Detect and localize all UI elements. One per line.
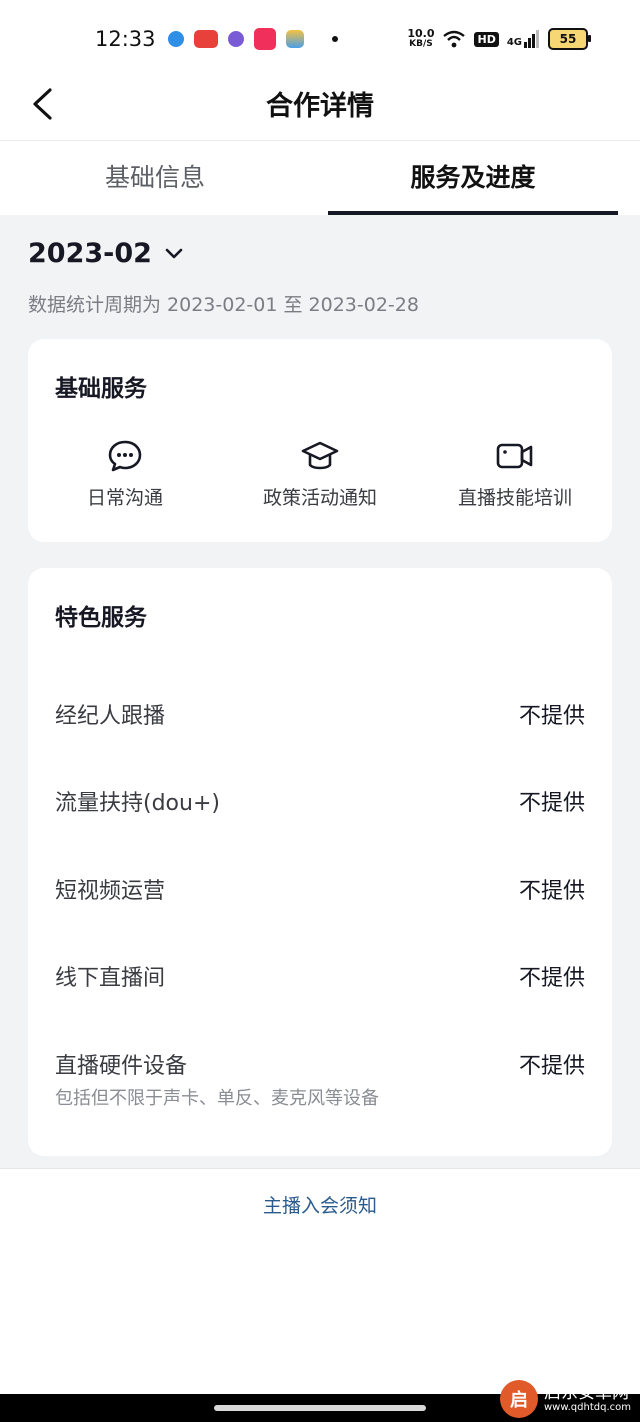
network-type: 4G: [507, 30, 540, 48]
net-speed-value: 10.0: [407, 27, 435, 40]
status-right-icons: 10.0 KB/S HD 4G 55: [407, 28, 591, 50]
service-status: 不提供: [518, 879, 585, 904]
service-name: 经纪人跟播: [55, 704, 166, 729]
basic-service-label: 政策活动通知: [262, 487, 377, 509]
anchor-membership-notice-link[interactable]: 主播入会须知: [0, 1191, 640, 1218]
nav-bar: 合作详情: [0, 70, 640, 141]
wifi-icon: [443, 30, 466, 48]
service-status: 不提供: [518, 966, 585, 991]
notification-icons: [168, 28, 338, 50]
app-notification-icon: [286, 30, 304, 48]
battery-icon: 55: [548, 28, 591, 50]
service-status: 不提供: [518, 1054, 585, 1079]
watermark-logo-icon: 启: [500, 1380, 538, 1418]
basic-services-title: 基础服务: [55, 376, 147, 402]
net-speed: 10.0 KB/S: [407, 28, 434, 50]
service-name: 线下直播间: [55, 966, 166, 991]
basic-service-label: 直播技能培训: [457, 487, 572, 509]
basic-service-label: 日常沟通: [86, 487, 163, 509]
graduation-cap-icon: [301, 441, 339, 470]
chat-bubbles-icon: [108, 440, 142, 472]
basic-service-daily-communication[interactable]: 日常沟通: [30, 439, 220, 510]
video-notification-icon: [254, 28, 276, 50]
chevron-down-icon: [165, 248, 183, 258]
basic-services-card: 基础服务 日常沟通 政策活动通知 直播技能培训: [28, 339, 612, 542]
special-services-card: 特色服务 经纪人跟播 不提供 流量扶持(dou+) 不提供 短视频运营 不提供 …: [28, 568, 612, 1156]
month-value: 2023-02: [28, 238, 152, 269]
service-note: 包括但不限于声卡、单反、麦克风等设备: [55, 1088, 379, 1109]
service-status: 不提供: [518, 791, 585, 816]
watermark: 启 启东安卓网 www.qdhtdq.com: [500, 1376, 640, 1422]
hd-badge: HD: [474, 31, 499, 47]
basic-services-list: 日常沟通 政策活动通知 直播技能培训: [28, 439, 612, 529]
tab-basic-info[interactable]: 基础信息: [0, 141, 310, 215]
status-time: 12:33: [95, 27, 156, 51]
service-status: 不提供: [518, 704, 585, 729]
net-speed-unit: KB/S: [409, 39, 433, 49]
toutiao-notification-icon: [194, 30, 218, 48]
network-label: 4G: [506, 37, 522, 48]
service-name: 流量扶持(dou+): [55, 791, 220, 816]
more-dot-icon: [332, 36, 338, 42]
watermark-text: 启东安卓网 www.qdhtdq.com: [544, 1383, 631, 1414]
home-indicator[interactable]: [214, 1405, 426, 1411]
tab-bar: 基础信息 服务及进度: [0, 141, 640, 215]
service-name: 短视频运营: [55, 879, 166, 904]
service-name: 直播硬件设备: [55, 1054, 188, 1079]
page-title: 合作详情: [266, 91, 374, 122]
status-bar: 12:33 10.0 KB/S HD 4G 55: [0, 0, 640, 70]
watermark-name: 启东安卓网: [544, 1383, 629, 1403]
tab-services-progress[interactable]: 服务及进度: [328, 141, 618, 215]
active-tab-indicator: [328, 211, 618, 215]
special-services-title: 特色服务: [55, 605, 147, 631]
signal-icon: [524, 30, 539, 48]
month-selector[interactable]: 2023-02: [28, 238, 184, 269]
video-camera-icon: [496, 443, 533, 469]
watermark-url: www.qdhtdq.com: [544, 1402, 631, 1413]
app-notification-icon: [168, 31, 184, 47]
basic-service-live-training[interactable]: 直播技能培训: [420, 439, 610, 510]
period-description: 数据统计周期为 2023-02-01 至 2023-02-28: [28, 294, 419, 316]
app-notification-icon: [228, 31, 244, 47]
basic-service-policy-notice[interactable]: 政策活动通知: [225, 439, 415, 510]
